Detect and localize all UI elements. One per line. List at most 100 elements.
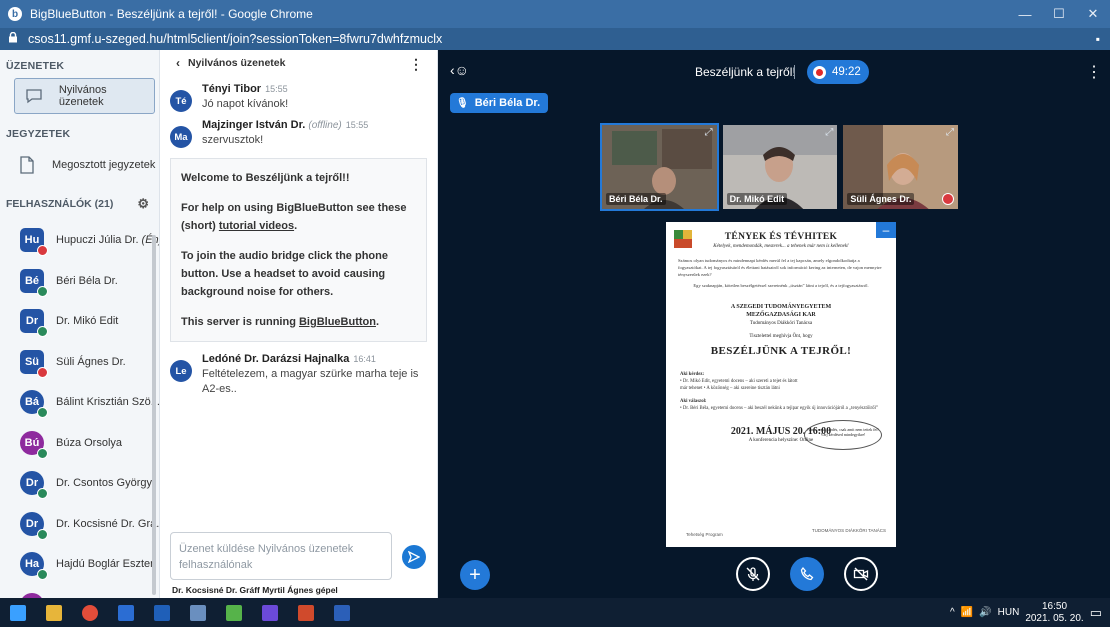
slide-headline: BESZÉLJÜNK A TEJRŐL! [710, 345, 852, 357]
share-webcam-button[interactable] [844, 557, 878, 591]
avatar: Dr [20, 471, 48, 500]
word-icon[interactable] [324, 598, 360, 627]
slide-footer-right: TUDOMÁNYOS DIÁKKÖRI TANÁCS [811, 528, 886, 533]
avatar: Bú [20, 430, 48, 459]
close-window-button[interactable]: ✕ [1076, 0, 1110, 28]
expand-icon[interactable]: ⤢ [705, 127, 713, 138]
avatar: Té [170, 90, 192, 112]
qgis-icon[interactable] [216, 598, 252, 627]
recording-time: 49:22 [832, 66, 861, 78]
minimize-presentation-button[interactable]: – [876, 222, 896, 238]
window-controls: — ☐ ✕ [1008, 0, 1110, 28]
outlook-icon[interactable] [144, 598, 180, 627]
microphone-icon [37, 488, 48, 500]
typing-indicator: Dr. Kocsisné Dr. Gráff Myrtil Ágnes gépe… [172, 585, 338, 595]
recording-indicator[interactable]: 49:22 [807, 60, 869, 84]
meeting-title: Beszéljünk a tejről! [695, 65, 796, 79]
user-list-item[interactable]: JaJakab Péter Dr. [0, 585, 159, 598]
user-name: Béri Béla Dr. [56, 274, 118, 287]
expand-icon[interactable]: ⤢ [825, 127, 833, 138]
avatar: Ha [20, 552, 48, 581]
microphone-icon [37, 528, 48, 540]
chat-message-input[interactable]: Üzenet küldése Nyilvános üzenetek felhas… [170, 532, 392, 580]
language-indicator[interactable]: HUN [998, 607, 1020, 618]
clock[interactable]: 16:50 2021. 05. 20. [1025, 601, 1083, 625]
user-list-item[interactable]: Dr Dr. Mikó Edit [0, 301, 159, 342]
chevron-up-icon[interactable]: ^ [950, 607, 955, 618]
chrome-icon[interactable] [72, 598, 108, 627]
shared-notes-label: Megosztott jegyzetek [52, 159, 156, 171]
microphone-icon [37, 407, 48, 419]
talking-indicator[interactable]: 🎙 Béri Béla Dr. [450, 93, 549, 113]
message-time: 16:41 [353, 354, 376, 364]
users-count-label: FELHASZNÁLÓK (21) [6, 198, 114, 210]
public-chat-item[interactable]: Nyilvános üzenetek [14, 78, 155, 114]
webcam-tile[interactable]: ⤢ Béri Béla Dr. [600, 123, 719, 211]
user-name: Bálint Krisztián Szö... [56, 396, 160, 409]
slide-content: TÉNYEK ÉS TÉVHITEK Kételyek, mendemondák… [666, 232, 896, 443]
user-list-item[interactable]: Dr Dr. Kocsisné Dr. Grá... [0, 504, 159, 545]
public-chat-label: Nyilvános üzenetek [58, 84, 107, 108]
message-text: szervusztok! [202, 134, 264, 146]
expand-icon[interactable]: ⤢ [946, 127, 954, 138]
media-controls [736, 557, 878, 591]
unmute-button[interactable] [736, 557, 770, 591]
send-button[interactable] [402, 545, 426, 569]
presentation-slide[interactable]: – TÉNYEK ÉS TÉVHITEK Kételyek, mendemond… [666, 222, 896, 547]
browser-menu-icon[interactable]: ▪ [1096, 32, 1100, 46]
avatar: Sü [20, 349, 48, 378]
powerpoint-icon[interactable] [288, 598, 324, 627]
microphone-icon [37, 569, 48, 581]
users-header: FELHASZNÁLÓK (21) ⚙ [0, 184, 159, 220]
volume-icon[interactable]: 🔊 [979, 607, 991, 618]
user-list-item[interactable]: Dr Dr. Csontos Györgyi [0, 463, 159, 504]
user-list-item[interactable]: Hu Hupuczi Júlia Dr.(Én) [0, 220, 159, 261]
phone-icon [800, 566, 814, 581]
address-bar[interactable]: csos11.gmf.u-szeged.hu/html5client/join?… [0, 28, 1110, 50]
file-explorer-icon[interactable] [36, 598, 72, 627]
chat-panel: ‹ Nyilvános üzenetek ⋮ Té Tényi Tibor 15:… [160, 50, 438, 598]
bigbluebutton-link[interactable]: BigBlueButton [299, 316, 376, 328]
slide-askers: Aki kérdez: • Dr. Mikó Edit, egyetemi do… [680, 372, 879, 411]
notifications-icon[interactable]: ▭ [1090, 605, 1102, 621]
minimize-button[interactable]: — [1008, 0, 1042, 28]
user-list-item[interactable]: Bá Bálint Krisztián Szö... [0, 382, 159, 423]
avatar: Bé [20, 268, 48, 297]
actions-plus-button[interactable]: + [460, 560, 490, 590]
avatar: Dr [20, 511, 48, 540]
user-name: Hupuczi Júlia Dr. [56, 234, 139, 247]
message-time: 15:55 [265, 84, 288, 94]
browser-title-bar: b BigBlueButton - Beszéljünk a tejről! -… [0, 0, 1110, 28]
user-list-item[interactable]: Ha Hajdú Boglár Eszter [0, 544, 159, 585]
start-icon[interactable] [0, 598, 36, 627]
qb-icon[interactable] [252, 598, 288, 627]
leave-audio-button[interactable] [790, 557, 824, 591]
chevron-left-icon[interactable]: ‹ [176, 56, 180, 70]
gear-icon[interactable]: ⚙ [137, 196, 151, 212]
webcam-tile[interactable]: ⤢ Dr. Mikó Edit [721, 123, 840, 211]
network-icon[interactable]: 📶 [961, 607, 973, 618]
user-list-item[interactable]: Sü Süli Ágnes Dr. [0, 342, 159, 383]
messages-header: ÜZENETEK [6, 60, 65, 72]
user-name: Dr. Csontos Györgyi [56, 477, 155, 490]
user-list-item[interactable]: Bé Béri Béla Dr. [0, 261, 159, 302]
chat-message: Ma Majzinger István Dr. (offline) 15:55 s… [160, 118, 437, 148]
options-menu-icon[interactable]: ⋮ [1086, 62, 1102, 82]
shared-notes-item[interactable]: Megosztott jegyzetek [0, 146, 159, 184]
message-text: Feltételezem, a magyar szürke marha teje… [202, 368, 419, 395]
webcam-tile[interactable]: ⤢ Süli Ágnes Dr. [841, 123, 960, 211]
save-icon[interactable] [108, 598, 144, 627]
chat-header[interactable]: ‹ Nyilvános üzenetek ⋮ [160, 50, 437, 76]
user-list-item[interactable]: Bú Búza Orsolya [0, 423, 159, 464]
welcome-audio: To join the audio bridge click the phone… [181, 250, 388, 298]
photos-icon[interactable] [180, 598, 216, 627]
welcome-help: For help on using BigBlueButton see thes… [181, 202, 407, 232]
microphone-icon [37, 447, 48, 459]
kebab-menu-icon[interactable]: ⋮ [409, 56, 423, 73]
url-text[interactable]: csos11.gmf.u-szeged.hu/html5client/join?… [28, 32, 442, 46]
maximize-button[interactable]: ☐ [1042, 0, 1076, 28]
toggle-userlist-icon[interactable]: ‹☺ [450, 62, 469, 78]
tutorial-link[interactable]: tutorial videos [219, 220, 294, 232]
avatar: Hu [20, 228, 48, 257]
users-scrollbar[interactable] [152, 235, 156, 595]
